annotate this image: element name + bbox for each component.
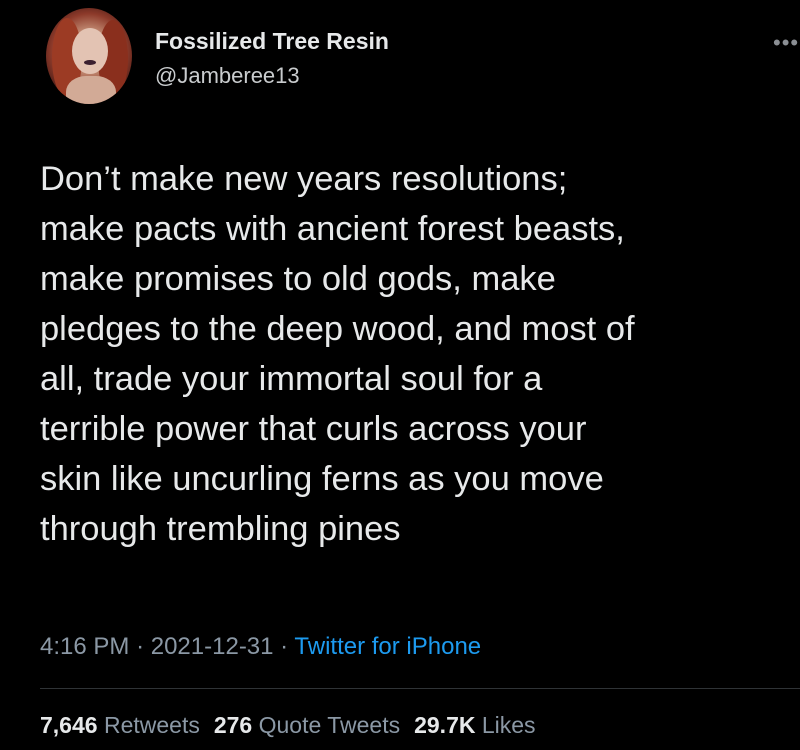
quote-tweets-count: 276 [213, 712, 253, 738]
author-handle[interactable]: @Jamberee13 [155, 63, 300, 89]
avatar[interactable] [46, 8, 132, 104]
meta-separator: · [136, 633, 145, 660]
retweets-label: Retweets [103, 712, 200, 738]
tweet-card: Fossilized Tree Resin @Jamberee13 ••• Do… [0, 0, 800, 750]
avatar-face [72, 28, 108, 74]
quote-tweets-label: Quote Tweets [258, 712, 401, 738]
meta-separator-2: · [280, 633, 289, 660]
quote-tweets-stat[interactable]: 276 Quote Tweets [214, 712, 400, 738]
ellipsis-icon[interactable]: ••• [773, 32, 799, 54]
likes-count: 29.7K [414, 712, 476, 738]
author-display-name[interactable]: Fossilized Tree Resin [155, 28, 389, 55]
divider [40, 688, 800, 689]
tweet-date[interactable]: 2021-12-31 [151, 633, 274, 660]
retweets-stat[interactable]: 7,646 Retweets [40, 712, 200, 738]
likes-stat[interactable]: 29.7K Likes [414, 712, 535, 738]
tweet-source-link[interactable]: Twitter for iPhone [294, 633, 481, 660]
avatar-lips [84, 60, 96, 65]
tweet-text: Don’t make new years resolutions; make p… [40, 160, 635, 548]
tweet-stats: 7,646 Retweets 276 Quote Tweets 29.7K Like… [40, 712, 550, 739]
tweet-header: Fossilized Tree Resin @Jamberee13 ••• [46, 8, 798, 108]
tweet-time[interactable]: 4:16 PM [40, 633, 129, 660]
retweets-count: 7,646 [40, 712, 98, 738]
likes-label: Likes [481, 712, 536, 738]
avatar-shoulders [66, 76, 116, 104]
tweet-meta: 4:16 PM · 2021-12-31 · Twitter for iPhon… [40, 633, 481, 661]
